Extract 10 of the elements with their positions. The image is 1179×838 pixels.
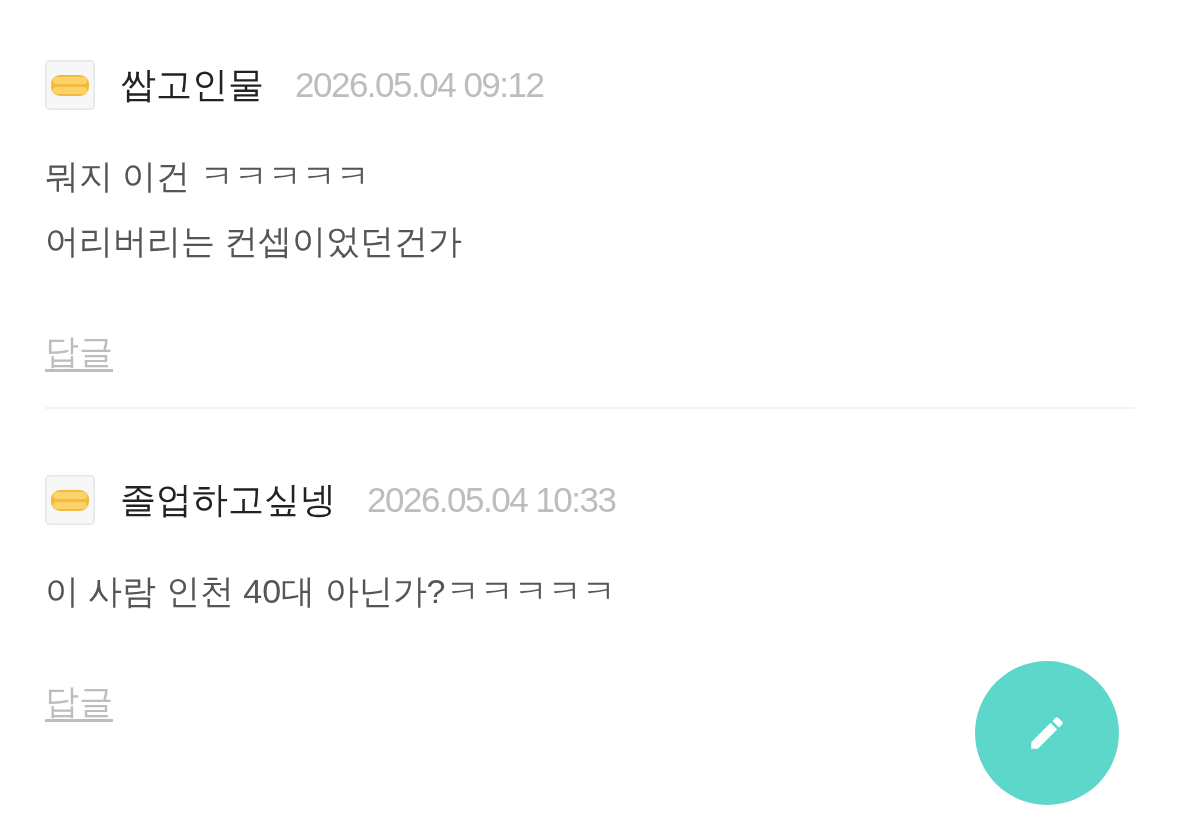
author-name: 쌉고인물 [120,63,264,107]
reply-link[interactable]: 답글 [45,676,113,726]
avatar-icon [45,60,95,110]
reply-link[interactable]: 답글 [45,326,113,376]
comment-text: 이 사람 인천 40대 아닌가?ㅋㅋㅋㅋㅋ [45,571,617,612]
comment-text: 뭐지 이건 ㅋㅋㅋㅋㅋ 어리버리는 컨셉이었던건가 [45,156,464,262]
comment-time: 2026.05.04 10:33 [367,479,616,521]
comment-time: 2026.05.04 09:12 [295,64,544,106]
avatar-icon [45,475,95,525]
author-name: 졸업하고싶넹 [120,478,336,522]
